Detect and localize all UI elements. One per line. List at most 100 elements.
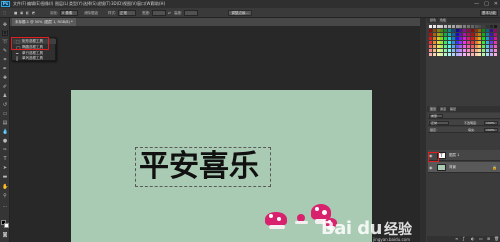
- color-swatch[interactable]: [493, 49, 497, 52]
- color-swatch[interactable]: [455, 25, 459, 28]
- color-swatch[interactable]: [444, 37, 448, 40]
- refine-edge-button[interactable]: 调整边缘...: [228, 10, 252, 16]
- color-swatch[interactable]: [467, 37, 470, 40]
- workspace-select[interactable]: 基本功能: [480, 10, 498, 16]
- color-swatch[interactable]: [429, 49, 432, 52]
- mask-icon[interactable]: ◐: [471, 236, 475, 242]
- fx-icon[interactable]: ƒ: [463, 236, 464, 242]
- quick-mask-icon[interactable]: ◙: [2, 232, 8, 238]
- color-swatch[interactable]: [478, 53, 482, 56]
- color-swatch[interactable]: [459, 29, 463, 32]
- color-swatch[interactable]: [440, 25, 444, 28]
- color-swatch[interactable]: [451, 53, 455, 56]
- color-swatch[interactable]: [489, 29, 493, 32]
- color-swatch[interactable]: [459, 49, 463, 52]
- feather-input[interactable]: 0 像素: [60, 10, 78, 16]
- color-swatch[interactable]: [482, 25, 486, 28]
- color-swatch[interactable]: [486, 33, 489, 36]
- color-swatch[interactable]: [482, 45, 486, 48]
- color-swatch[interactable]: [436, 49, 440, 52]
- color-swatch[interactable]: [440, 45, 444, 48]
- color-swatch[interactable]: [489, 45, 493, 48]
- color-swatch[interactable]: [429, 41, 432, 44]
- color-swatch[interactable]: [436, 29, 440, 32]
- menu-3d[interactable]: 3D(D): [111, 1, 123, 7]
- menu-select[interactable]: 选择(S): [83, 1, 97, 7]
- color-swatch[interactable]: [470, 53, 474, 56]
- color-swatch[interactable]: [451, 45, 455, 48]
- color-swatch[interactable]: [489, 53, 493, 56]
- brush-tool-icon[interactable]: ✐: [2, 84, 8, 90]
- color-swatch[interactable]: [478, 49, 482, 52]
- color-swatch[interactable]: [429, 33, 432, 36]
- folder-icon[interactable]: ▭: [479, 236, 483, 242]
- color-swatch[interactable]: [486, 53, 489, 56]
- color-swatch[interactable]: [432, 53, 436, 56]
- marquee-tool-icon[interactable]: ⬚: [2, 30, 8, 36]
- color-swatch[interactable]: [478, 45, 482, 48]
- color-swatch[interactable]: [459, 45, 463, 48]
- color-swatch[interactable]: [474, 49, 478, 52]
- color-swatch[interactable]: [467, 53, 470, 56]
- color-swatch[interactable]: [459, 25, 463, 28]
- color-swatch[interactable]: [467, 25, 470, 28]
- color-swatch[interactable]: [451, 33, 455, 36]
- fill-input[interactable]: 100%: [484, 128, 498, 132]
- color-swatch[interactable]: [440, 29, 444, 32]
- tab-color[interactable]: 颜色: [429, 18, 437, 23]
- color-swatch[interactable]: [470, 49, 474, 52]
- color-swatch[interactable]: [463, 33, 467, 36]
- color-swatch[interactable]: [478, 41, 482, 44]
- menu-view[interactable]: 视图(V): [123, 1, 137, 7]
- color-swatch[interactable]: [489, 25, 493, 28]
- new-layer-icon[interactable]: ⊞: [487, 236, 490, 242]
- color-swatch[interactable]: [455, 45, 459, 48]
- color-swatch[interactable]: [493, 53, 497, 56]
- color-swatch[interactable]: [436, 53, 440, 56]
- color-swatch[interactable]: [455, 33, 459, 36]
- color-swatch[interactable]: [470, 33, 474, 36]
- color-swatch[interactable]: [486, 49, 489, 52]
- color-swatch[interactable]: [467, 49, 470, 52]
- color-swatch[interactable]: [451, 49, 455, 52]
- tab-paths[interactable]: 路径: [449, 106, 457, 112]
- color-swatch[interactable]: [486, 29, 489, 32]
- trash-icon[interactable]: 🗑: [494, 236, 499, 242]
- color-swatch[interactable]: [489, 41, 493, 44]
- color-swatch[interactable]: [440, 53, 444, 56]
- color-swatch[interactable]: [478, 37, 482, 40]
- color-swatch[interactable]: [467, 45, 470, 48]
- color-swatch[interactable]: [478, 29, 482, 32]
- history-brush-tool-icon[interactable]: ↺: [2, 102, 8, 108]
- color-swatch[interactable]: [448, 45, 451, 48]
- color-swatch[interactable]: [429, 37, 432, 40]
- color-swatch[interactable]: [482, 53, 486, 56]
- pen-tool-icon[interactable]: ✑: [2, 147, 8, 153]
- color-swatch[interactable]: [489, 37, 493, 40]
- color-swatch[interactable]: [470, 45, 474, 48]
- color-swatch[interactable]: [432, 41, 436, 44]
- color-swatch[interactable]: [455, 37, 459, 40]
- layer-kind-select[interactable]: 类型: [429, 114, 443, 118]
- color-swatch[interactable]: [474, 45, 478, 48]
- color-swatch[interactable]: [463, 29, 467, 32]
- menu-file[interactable]: 文件(F): [13, 1, 26, 7]
- color-swatch[interactable]: [436, 25, 440, 28]
- color-swatch[interactable]: [448, 33, 451, 36]
- move-tool-icon[interactable]: ✥: [2, 22, 8, 28]
- color-swatch[interactable]: [432, 37, 436, 40]
- color-swatch[interactable]: [470, 37, 474, 40]
- color-swatch[interactable]: [436, 45, 440, 48]
- color-swatch[interactable]: [448, 49, 451, 52]
- color-swatch[interactable]: [467, 33, 470, 36]
- color-swatch[interactable]: [436, 33, 440, 36]
- color-swatch[interactable]: [467, 41, 470, 44]
- menu-image[interactable]: 图像(I): [41, 1, 53, 7]
- color-swatch[interactable]: [493, 33, 497, 36]
- swap-icon[interactable]: ⇄: [168, 10, 171, 16]
- stamp-tool-icon[interactable]: ♟: [2, 93, 8, 99]
- color-swatch[interactable]: [432, 49, 436, 52]
- color-swatch[interactable]: [493, 25, 497, 28]
- color-swatch[interactable]: [455, 41, 459, 44]
- menu-help[interactable]: 帮助(H): [151, 1, 165, 7]
